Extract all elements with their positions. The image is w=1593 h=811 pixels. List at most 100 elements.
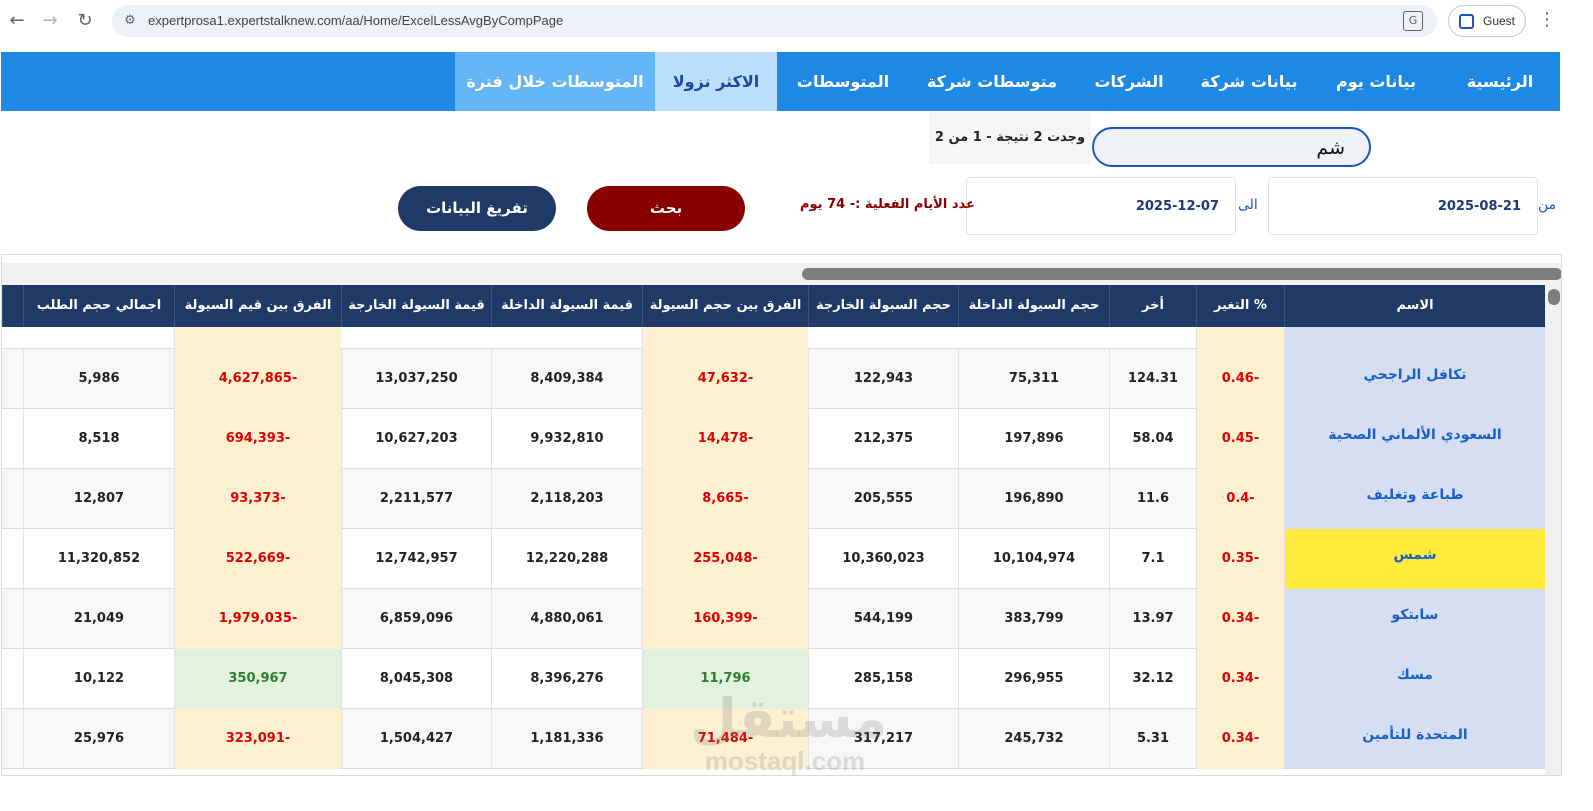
vertical-scroll-thumb[interactable] <box>1548 289 1560 305</box>
company-name-cell[interactable]: تكافل الراجحي <box>1284 349 1545 409</box>
volume-diff-cell: 47,632- <box>642 349 808 409</box>
out-value-cell: 2,211,577 <box>341 469 491 529</box>
col-header-total-demand[interactable]: اجمالي حجم الطلب <box>23 285 174 327</box>
nav-day-data[interactable]: بيانات يوم <box>1314 52 1438 111</box>
value-diff-cell: 1,979,035- <box>174 589 341 649</box>
in-volume-cell: 75,311 <box>958 349 1109 409</box>
reload-icon[interactable]: ↻ <box>74 10 96 32</box>
table-row[interactable]: تكافل الراجحي 0.46- 124.31 75,311 122,943 47,… <box>2 349 1545 409</box>
spacer-valdiff-cell <box>174 327 341 349</box>
out-value-cell: 10,627,203 <box>341 409 491 469</box>
in-volume-cell: 197,896 <box>958 409 1109 469</box>
out-value-cell: 8,045,308 <box>341 649 491 709</box>
company-name-cell[interactable]: المتحدة للتأمين <box>1284 709 1545 769</box>
nav-company-data[interactable]: بيانات شركة <box>1186 52 1312 111</box>
change-cell: 0.45- <box>1196 409 1284 469</box>
address-bar[interactable]: ⚙ expertprosa1.expertstalknew.com/aa/Hom… <box>112 5 1437 37</box>
col-header-extra <box>2 285 23 327</box>
company-name-cell[interactable]: شمس <box>1284 529 1545 589</box>
from-label: من <box>1538 197 1557 213</box>
volume-diff-cell: 255,048- <box>642 529 808 589</box>
total-demand-cell: 21,049 <box>23 589 174 649</box>
col-header-name[interactable]: الاسم <box>1284 285 1545 327</box>
to-date-value: 2025-12-07 <box>1135 199 1219 214</box>
out-value-cell: 1,504,427 <box>341 709 491 769</box>
in-value-cell: 9,932,810 <box>491 409 642 469</box>
col-header-out-volume[interactable]: حجم السبولة الخارجة <box>808 285 958 327</box>
col-header-value-diff[interactable]: الفرق بين قيم السيولة <box>174 285 341 327</box>
in-value-cell: 2,118,203 <box>491 469 642 529</box>
horizontal-scrollbar[interactable] <box>2 263 1561 285</box>
last-price-cell: 58.04 <box>1109 409 1196 469</box>
col-header-out-value[interactable]: قيمة السيولة الخارجة <box>341 285 491 327</box>
table-row[interactable]: شمس 0.35- 7.1 10,104,974 10,360,023 255,048- 1… <box>2 529 1545 589</box>
table-row[interactable]: طباعة وتغليف 0.4- 11.6 196,890 205,555 8,665-… <box>2 469 1545 529</box>
in-volume-cell: 245,732 <box>958 709 1109 769</box>
total-demand-cell: 10,122 <box>23 649 174 709</box>
in-volume-cell: 10,104,974 <box>958 529 1109 589</box>
watermark-latin: mostaql.com <box>704 746 866 776</box>
search-button[interactable]: بحث <box>587 186 745 231</box>
nav-period-averages[interactable]: المتوسطات خلال فترة <box>455 52 655 111</box>
clear-data-button[interactable]: تفريغ البيانات <box>398 186 556 231</box>
out-volume-cell: 122,943 <box>808 349 958 409</box>
to-label: الى <box>1238 197 1258 213</box>
change-cell: 0.34- <box>1196 709 1284 769</box>
volume-diff-cell: 14,478- <box>642 409 808 469</box>
in-value-cell: 1,181,336 <box>491 709 642 769</box>
search-input[interactable]: شم <box>1092 127 1371 167</box>
to-date-field[interactable]: 2025-12-07 <box>966 177 1236 235</box>
value-diff-cell: 323,091- <box>174 709 341 769</box>
company-name-cell[interactable]: السعودي الألماني الصحية <box>1284 409 1545 469</box>
site-settings-icon[interactable]: ⚙ <box>120 11 140 31</box>
table-spacer-row <box>2 327 1545 349</box>
horizontal-scroll-thumb[interactable] <box>802 268 1561 280</box>
forward-arrow-icon[interactable]: → <box>39 10 61 32</box>
out-value-cell: 12,742,957 <box>341 529 491 589</box>
col-header-in-volume[interactable]: حجم السيولة الداخلة <box>958 285 1109 327</box>
volume-diff-cell: 8,665- <box>642 469 808 529</box>
col-header-volume-diff[interactable]: الفرق بين حجم السيولة <box>642 285 808 327</box>
col-header-change[interactable]: التغير % <box>1196 285 1284 327</box>
table-row[interactable]: سابتكو 0.34- 13.97 383,799 544,199 160,399- 4,… <box>2 589 1545 649</box>
translate-icon[interactable]: G <box>1403 11 1423 31</box>
in-volume-cell: 296,955 <box>958 649 1109 709</box>
col-header-last[interactable]: أخر <box>1109 285 1196 327</box>
company-name-cell[interactable]: طباعة وتغليف <box>1284 469 1545 529</box>
out-volume-cell: 205,555 <box>808 469 958 529</box>
col-header-in-value[interactable]: قيمة السيولة الداخلة <box>491 285 642 327</box>
out-volume-cell: 544,199 <box>808 589 958 649</box>
spacer-name-cell <box>1284 327 1545 349</box>
profile-button[interactable]: Guest <box>1448 5 1526 37</box>
out-value-cell: 13,037,250 <box>341 349 491 409</box>
last-price-cell: 5.31 <box>1109 709 1196 769</box>
from-date-field[interactable]: 2025-08-21 <box>1268 177 1538 235</box>
nav-home[interactable]: الرئيسية <box>1440 52 1560 111</box>
out-volume-cell: 212,375 <box>808 409 958 469</box>
nav-companies[interactable]: الشركات <box>1076 52 1182 111</box>
in-volume-cell: 196,890 <box>958 469 1109 529</box>
nav-most-declining[interactable]: الاكثر نزولا <box>655 52 777 111</box>
company-name-cell[interactable]: مسك <box>1284 649 1545 709</box>
from-date-value: 2025-08-21 <box>1437 199 1521 214</box>
total-demand-cell: 11,320,852 <box>23 529 174 589</box>
total-demand-cell: 8,518 <box>23 409 174 469</box>
value-diff-cell: 694,393- <box>174 409 341 469</box>
nav-averages[interactable]: المتوسطات <box>777 52 909 111</box>
value-diff-cell: 522,669- <box>174 529 341 589</box>
in-value-cell: 4,880,061 <box>491 589 642 649</box>
back-arrow-icon[interactable]: ← <box>6 10 28 32</box>
table-row[interactable]: السعودي الألماني الصحية 0.45- 58.04 197,896… <box>2 409 1545 469</box>
last-price-cell: 13.97 <box>1109 589 1196 649</box>
spacer-voldiff-cell <box>642 327 808 349</box>
main-nav: الرئيسية بيانات يوم بيانات شركة الشركات … <box>1 52 1560 111</box>
nav-company-averages[interactable]: متوسطات شركة <box>911 52 1073 111</box>
total-demand-cell: 12,807 <box>23 469 174 529</box>
watermark: مستقل mostaql.com <box>690 690 888 776</box>
vertical-scrollbar[interactable] <box>1545 285 1561 775</box>
company-name-cell[interactable]: سابتكو <box>1284 589 1545 649</box>
change-cell: 0.46- <box>1196 349 1284 409</box>
menu-kebab-icon[interactable]: ⋮ <box>1538 9 1556 30</box>
value-diff-cell: 93,373- <box>174 469 341 529</box>
change-cell: 0.34- <box>1196 649 1284 709</box>
